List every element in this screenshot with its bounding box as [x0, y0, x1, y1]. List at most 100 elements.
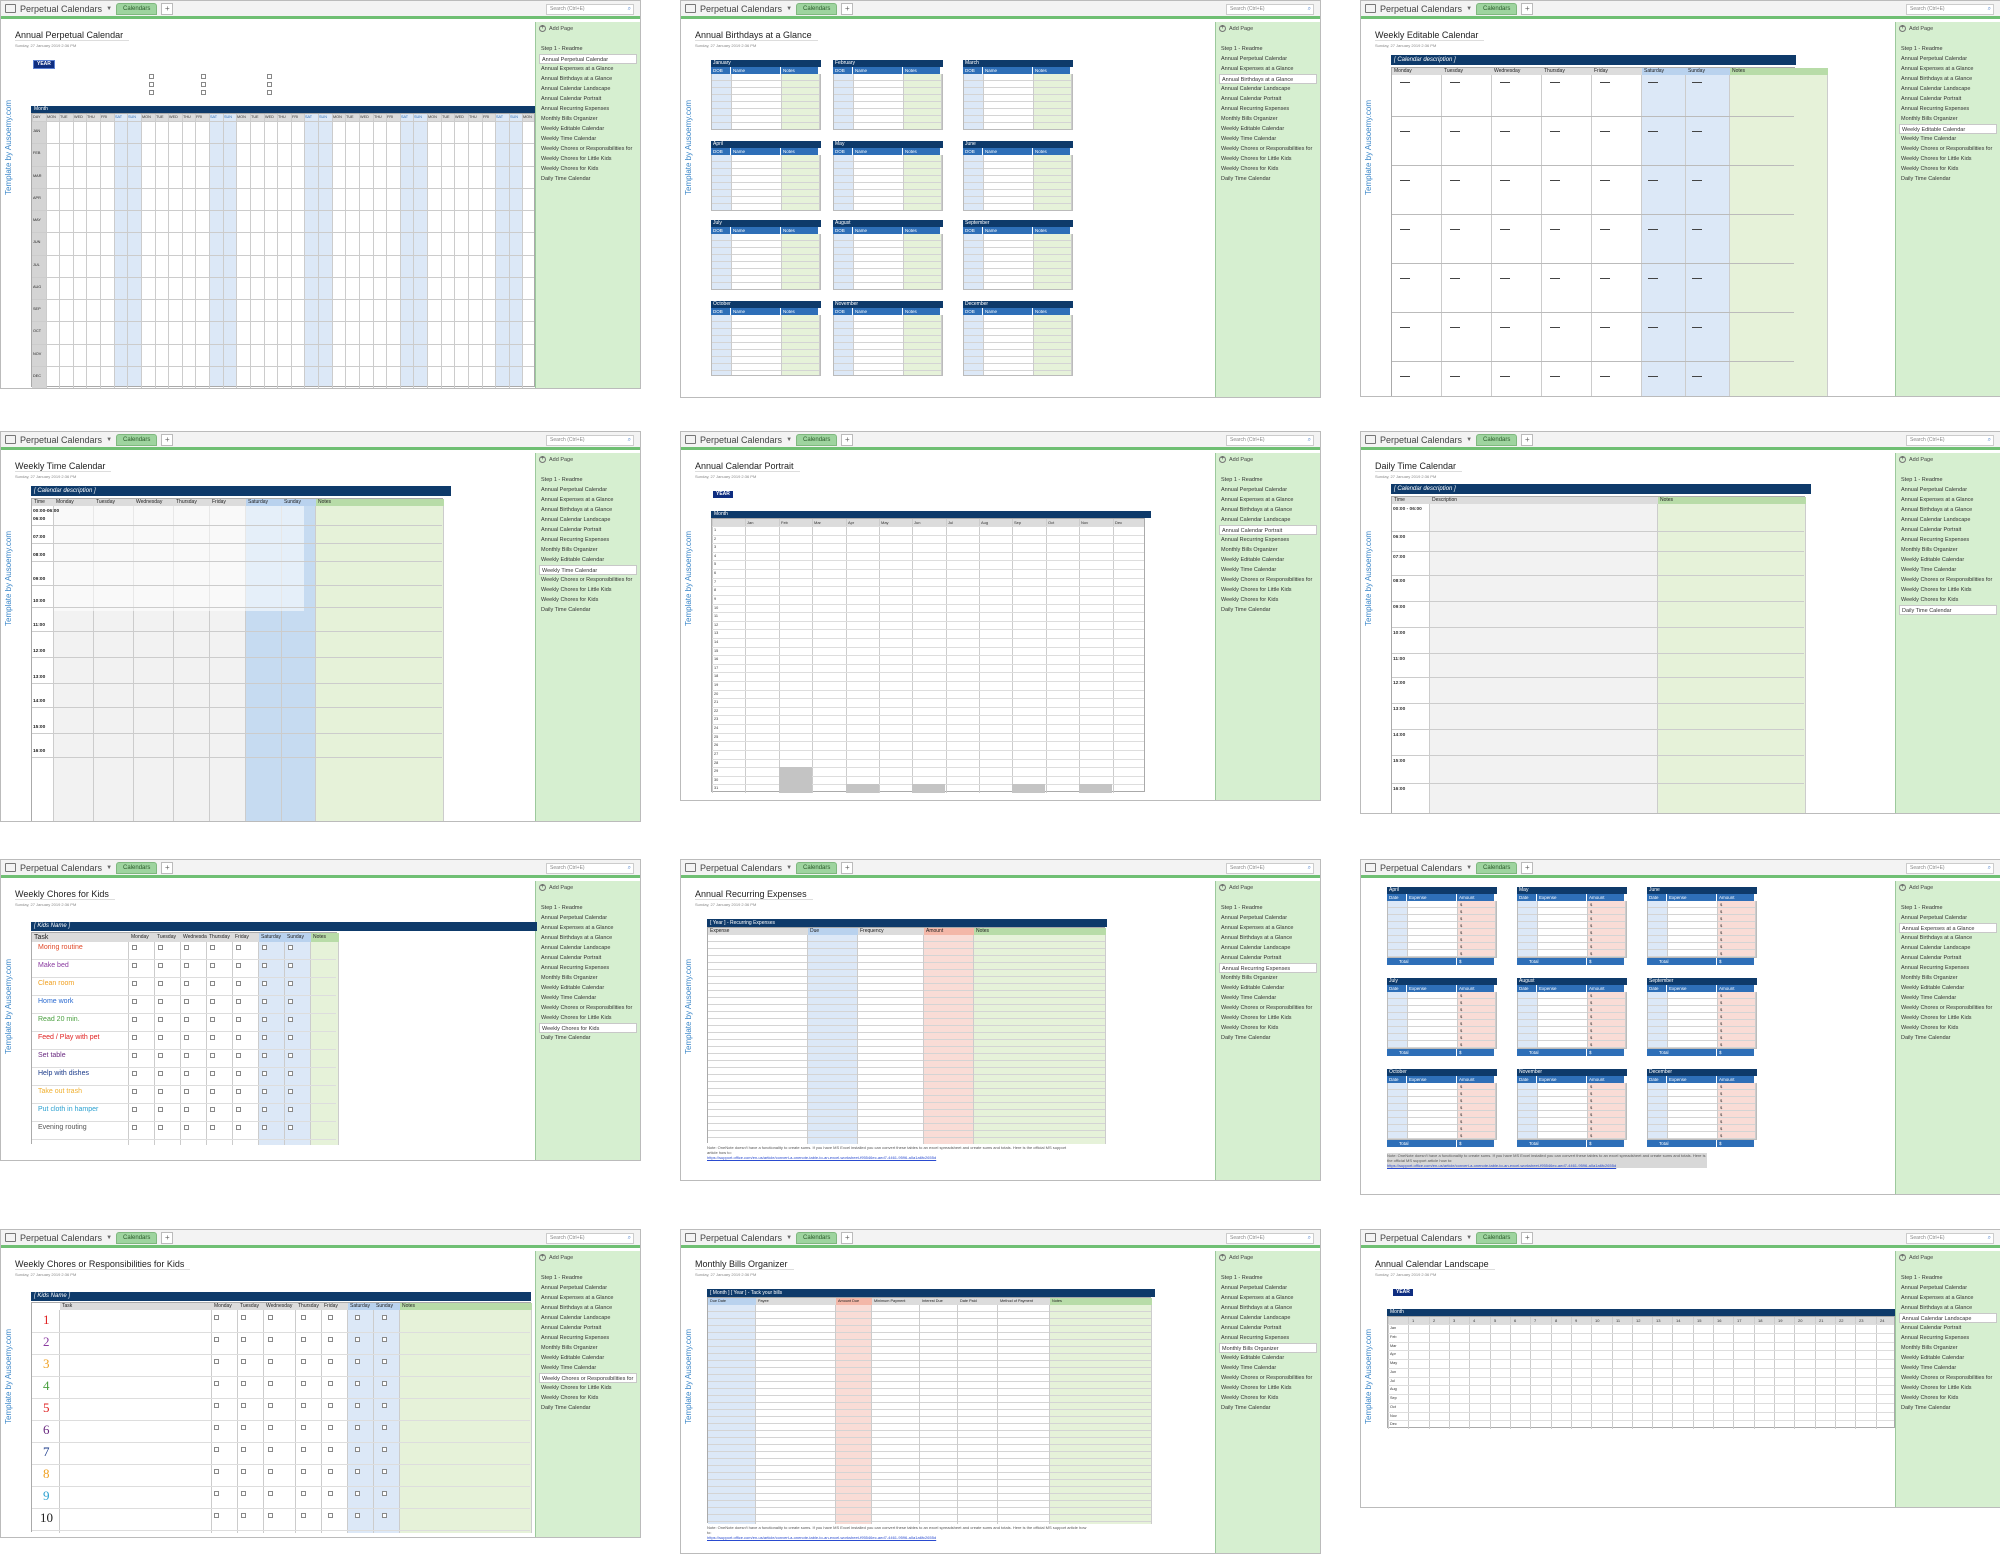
- chore-checkbox[interactable]: [210, 1071, 215, 1076]
- page-item[interactable]: Annual Recurring Expenses: [539, 963, 637, 973]
- page-item[interactable]: Weekly Chores for Little Kids: [1899, 154, 1997, 164]
- chore-checkbox[interactable]: [262, 1035, 267, 1040]
- add-page-button[interactable]: + Add Page: [539, 456, 637, 463]
- chore-checkbox[interactable]: [241, 1425, 246, 1430]
- notebook-icon[interactable]: [1365, 863, 1376, 872]
- page-item[interactable]: Annual Recurring Expenses: [1899, 963, 1997, 973]
- page-item[interactable]: Annual Recurring Expenses: [539, 104, 637, 114]
- chore-checkbox[interactable]: [210, 1107, 215, 1112]
- chevron-down-icon[interactable]: ▼: [106, 865, 112, 871]
- chore-checkbox[interactable]: [301, 1315, 306, 1320]
- page-item[interactable]: Weekly Chores for Kids: [1219, 164, 1317, 174]
- add-page-button[interactable]: + Add Page: [1219, 884, 1317, 891]
- page-item[interactable]: Weekly Time Calendar: [539, 134, 637, 144]
- chore-checkbox[interactable]: [158, 1089, 163, 1094]
- chore-checkbox[interactable]: [132, 1035, 137, 1040]
- page-item[interactable]: Annual Calendar Portrait: [539, 525, 637, 535]
- page-item[interactable]: Monthly Bills Organizer: [539, 545, 637, 555]
- chore-checkbox[interactable]: [268, 1403, 273, 1408]
- page-item[interactable]: Annual Expenses at a Glance: [539, 495, 637, 505]
- page-item[interactable]: Annual Birthdays at a Glance: [1219, 505, 1317, 515]
- notebook-title[interactable]: Perpetual Calendars: [20, 863, 102, 873]
- page-item[interactable]: Annual Birthdays at a Glance: [1899, 1303, 1997, 1313]
- page-item[interactable]: Weekly Chores or Responsibilities for: [539, 144, 637, 154]
- page-item[interactable]: Weekly Editable Calendar: [1899, 555, 1997, 565]
- chore-checkbox[interactable]: [184, 1053, 189, 1058]
- page-item[interactable]: Weekly Chores or Responsibilities for: [1219, 1373, 1317, 1383]
- page-item[interactable]: Weekly Chores for Kids: [1899, 1393, 1997, 1403]
- chore-checkbox[interactable]: [328, 1381, 333, 1386]
- chore-checkbox[interactable]: [184, 981, 189, 986]
- search-icon[interactable]: ⌕: [628, 436, 631, 445]
- search-icon[interactable]: ⌕: [1988, 436, 1991, 445]
- chore-checkbox[interactable]: [355, 1491, 360, 1496]
- page-item[interactable]: Weekly Time Calendar: [1899, 993, 1997, 1003]
- chore-checkbox[interactable]: [184, 1017, 189, 1022]
- page-item[interactable]: Annual Birthdays at a Glance: [539, 74, 637, 84]
- chore-checkbox[interactable]: [184, 1107, 189, 1112]
- chore-checkbox[interactable]: [382, 1447, 387, 1452]
- page-item[interactable]: Weekly Editable Calendar: [539, 555, 637, 565]
- page-item[interactable]: Annual Calendar Portrait: [1899, 525, 1997, 535]
- page-item[interactable]: Annual Expenses at a Glance: [1219, 495, 1317, 505]
- chore-checkbox[interactable]: [301, 1381, 306, 1386]
- page-item[interactable]: Weekly Chores for Kids: [1219, 1393, 1317, 1403]
- chore-checkbox[interactable]: [328, 1447, 333, 1452]
- chore-checkbox[interactable]: [288, 1125, 293, 1130]
- chore-checkbox[interactable]: [210, 1017, 215, 1022]
- page-item[interactable]: Weekly Time Calendar: [1219, 1363, 1317, 1373]
- checkbox[interactable]: [267, 74, 272, 79]
- checkbox[interactable]: [149, 90, 154, 95]
- chore-checkbox[interactable]: [301, 1491, 306, 1496]
- page-item[interactable]: Annual Calendar Portrait: [1899, 94, 1997, 104]
- chevron-down-icon[interactable]: ▼: [786, 1235, 792, 1241]
- chevron-down-icon[interactable]: ▼: [106, 437, 112, 443]
- page-title[interactable]: Annual Perpetual Calendar: [15, 30, 130, 41]
- page-item[interactable]: Weekly Chores for Little Kids: [1219, 154, 1317, 164]
- page-title[interactable]: Annual Calendar Landscape: [1375, 1259, 1495, 1270]
- page-item[interactable]: Annual Perpetual Calendar: [539, 54, 637, 64]
- chevron-down-icon[interactable]: ▼: [1466, 1235, 1472, 1241]
- page-item[interactable]: Annual Expenses at a Glance: [1899, 923, 1997, 933]
- add-section-icon[interactable]: +: [161, 1231, 174, 1244]
- chore-checkbox[interactable]: [158, 1125, 163, 1130]
- page-item[interactable]: Step 1 - Readme: [1899, 44, 1997, 54]
- add-section-icon[interactable]: +: [1521, 433, 1534, 446]
- chore-checkbox[interactable]: [382, 1337, 387, 1342]
- checkbox[interactable]: [149, 74, 154, 79]
- page-item[interactable]: Step 1 - Readme: [539, 1273, 637, 1283]
- page-item[interactable]: Weekly Chores or Responsibilities for: [539, 575, 637, 585]
- chore-checkbox[interactable]: [288, 1053, 293, 1058]
- chore-checkbox[interactable]: [158, 1035, 163, 1040]
- chore-checkbox[interactable]: [236, 981, 241, 986]
- chore-checkbox[interactable]: [382, 1469, 387, 1474]
- chore-checkbox[interactable]: [236, 963, 241, 968]
- chore-checkbox[interactable]: [236, 1053, 241, 1058]
- section-tab[interactable]: Calendars: [116, 433, 158, 446]
- checkbox[interactable]: [267, 90, 272, 95]
- search-input[interactable]: Search (Ctrl+E) ⌕: [1226, 4, 1314, 15]
- chevron-down-icon[interactable]: ▼: [1466, 6, 1472, 12]
- page-item[interactable]: Daily Time Calendar: [1219, 1033, 1317, 1043]
- notebook-title[interactable]: Perpetual Calendars: [20, 435, 102, 445]
- add-section-icon[interactable]: +: [161, 2, 174, 15]
- chore-checkbox[interactable]: [301, 1425, 306, 1430]
- notebook-icon[interactable]: [5, 4, 16, 13]
- page-item[interactable]: Weekly Editable Calendar: [1899, 983, 1997, 993]
- page-item[interactable]: Weekly Chores for Little Kids: [539, 585, 637, 595]
- page-item[interactable]: Annual Recurring Expenses: [1899, 535, 1997, 545]
- chore-checkbox[interactable]: [132, 1125, 137, 1130]
- page-item[interactable]: Annual Calendar Portrait: [1899, 953, 1997, 963]
- search-input[interactable]: Search (Ctrl+E) ⌕: [1906, 435, 1994, 446]
- section-tab[interactable]: Calendars: [116, 2, 158, 15]
- search-icon[interactable]: ⌕: [1308, 5, 1311, 14]
- page-item[interactable]: Weekly Editable Calendar: [1219, 555, 1317, 565]
- notebook-title[interactable]: Perpetual Calendars: [1380, 1233, 1462, 1243]
- checkbox[interactable]: [201, 90, 206, 95]
- chore-checkbox[interactable]: [241, 1513, 246, 1518]
- chore-checkbox[interactable]: [301, 1513, 306, 1518]
- page-item[interactable]: Weekly Editable Calendar: [1899, 1353, 1997, 1363]
- page-item[interactable]: Monthly Bills Organizer: [539, 1343, 637, 1353]
- page-item[interactable]: Weekly Chores or Responsibilities for: [1899, 575, 1997, 585]
- chore-checkbox[interactable]: [210, 1053, 215, 1058]
